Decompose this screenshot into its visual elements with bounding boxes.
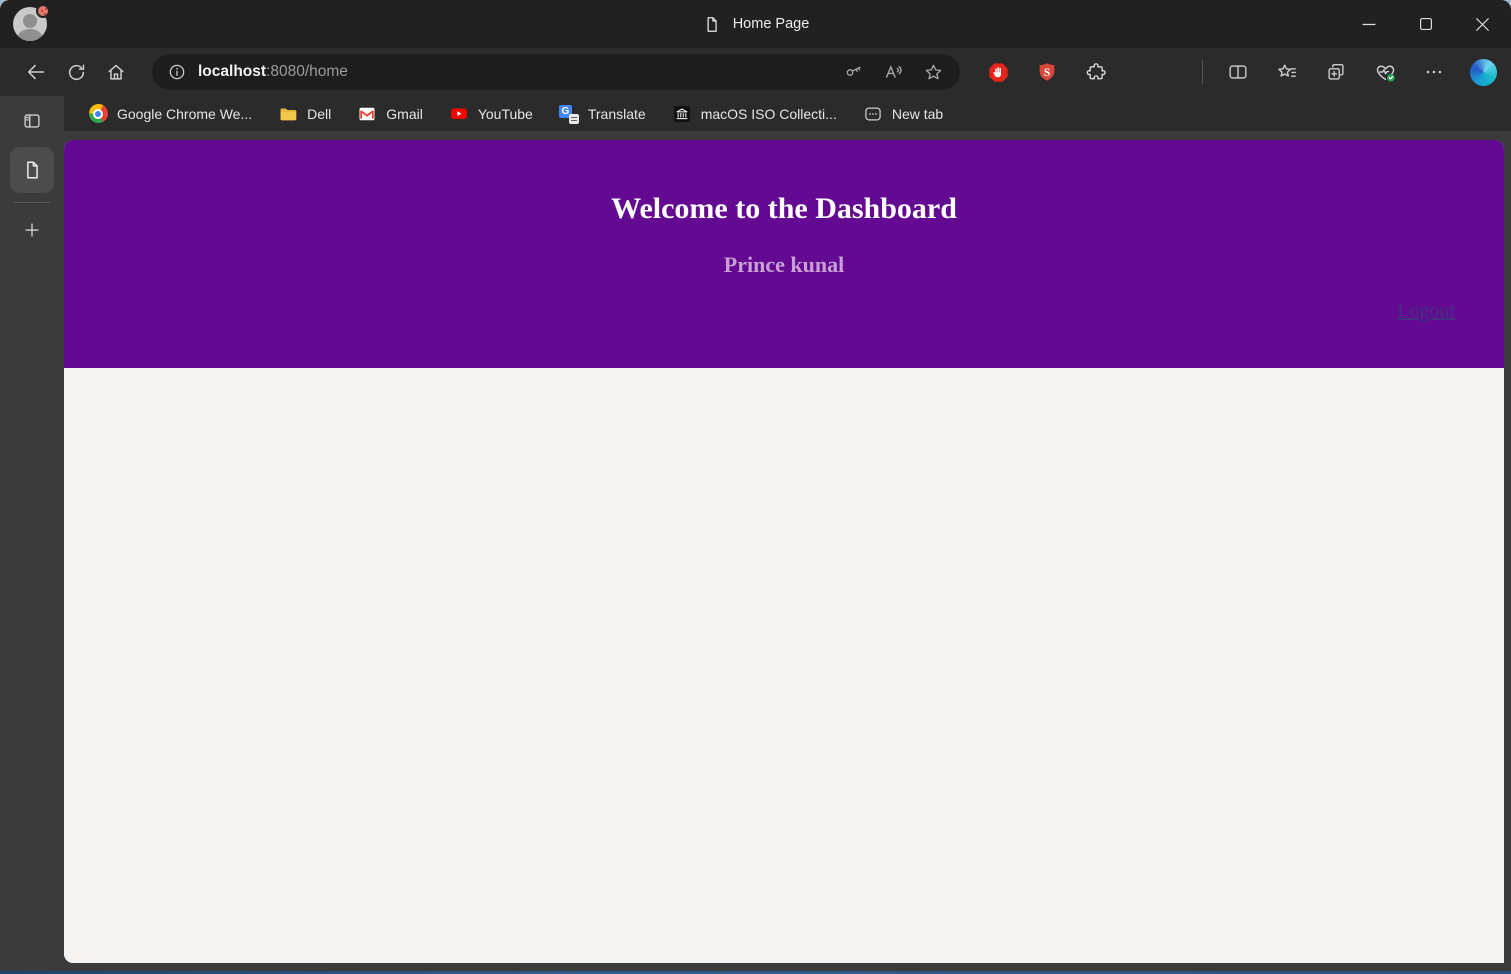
username-text: Prince kunal <box>723 252 845 277</box>
extensions-puzzle-icon[interactable] <box>1076 54 1116 90</box>
bookmark-label: Google Chrome We... <box>117 105 253 122</box>
bookmark-label: YouTube <box>477 105 533 122</box>
bookmark-macos-iso-collection[interactable]: macOS ISO Collecti... <box>662 100 847 128</box>
gmail-favicon <box>357 104 377 124</box>
bookmark-new-tab[interactable]: New tab <box>853 100 953 128</box>
translate-favicon: G <box>558 104 579 124</box>
bookmark-label: New tab <box>891 105 944 122</box>
tab-actions-menu-icon[interactable] <box>13 103 51 139</box>
settings-more-icon[interactable] <box>1414 54 1454 90</box>
site-info-icon[interactable] <box>160 57 194 87</box>
window-controls <box>1340 0 1511 48</box>
bookmark-label: Translate <box>587 105 646 122</box>
active-tab-title: Home Page <box>702 0 810 48</box>
active-tab-button[interactable] <box>10 147 54 193</box>
maximize-button[interactable] <box>1397 0 1454 48</box>
content-column: Google Chrome We... Dell Gmail YouTube G… <box>64 96 1511 974</box>
address-bar[interactable]: localhost:8080/home <box>152 54 960 90</box>
bookmarks-bar: Google Chrome We... Dell Gmail YouTube G… <box>64 96 1511 131</box>
close-button[interactable] <box>1454 0 1511 48</box>
title-bar: Home Page <box>0 0 1511 48</box>
password-key-icon[interactable] <box>836 57 870 87</box>
logout-row: Logout <box>64 300 1504 323</box>
home-button[interactable] <box>96 54 136 90</box>
tab-title-text: Home Page <box>732 16 810 32</box>
add-favorite-star-icon[interactable] <box>916 57 950 87</box>
bookmark-google-chrome-webstore[interactable]: Google Chrome We... <box>78 100 262 128</box>
vertical-tab-sidebar <box>0 96 64 974</box>
back-button[interactable] <box>16 54 56 90</box>
page-document-icon <box>702 15 721 34</box>
bookmark-dell-folder[interactable]: Dell <box>268 100 341 128</box>
new-tab-plus-icon[interactable] <box>13 212 51 248</box>
page-title: Welcome to the Dashboard <box>611 192 957 225</box>
address-bar-actions <box>836 57 950 87</box>
web-page: Welcome to the Dashboard Prince kunal Lo… <box>64 140 1504 963</box>
page-frame: Welcome to the Dashboard Prince kunal Lo… <box>64 131 1511 974</box>
logout-link[interactable]: Logout <box>1397 300 1455 322</box>
shield-s-extension-icon[interactable]: S <box>1027 54 1067 90</box>
svg-text:S: S <box>1044 67 1050 79</box>
window-left-edge <box>0 48 3 974</box>
url-path: :8080/home <box>266 63 348 80</box>
profile-avatar[interactable] <box>13 4 50 41</box>
bookmark-label: macOS ISO Collecti... <box>700 105 837 122</box>
url-text[interactable]: localhost:8080/home <box>198 63 348 81</box>
youtube-favicon <box>449 104 469 124</box>
main-region: Google Chrome We... Dell Gmail YouTube G… <box>0 96 1511 974</box>
extension-buttons: S <box>978 54 1116 90</box>
url-host: localhost <box>198 63 267 80</box>
newtab-favicon <box>863 104 883 124</box>
browser-essentials-icon[interactable] <box>1365 54 1405 90</box>
adblock-extension-icon[interactable] <box>978 54 1018 90</box>
read-aloud-icon[interactable] <box>876 57 910 87</box>
page-header: Welcome to the Dashboard Prince kunal Lo… <box>64 140 1504 368</box>
split-screen-icon[interactable] <box>1218 54 1258 90</box>
minimize-button[interactable] <box>1340 0 1397 48</box>
toolbar-separator <box>1202 60 1203 84</box>
bookmark-label: Dell <box>307 105 332 122</box>
favorites-icon[interactable] <box>1267 54 1307 90</box>
refresh-button[interactable] <box>56 54 96 90</box>
bookmark-youtube[interactable]: YouTube <box>439 100 543 128</box>
bookmark-label: Gmail <box>386 105 423 122</box>
navigation-toolbar: localhost:8080/home S <box>0 48 1511 96</box>
bank-favicon <box>672 104 692 124</box>
profile-alert-badge <box>36 4 50 18</box>
bookmark-translate[interactable]: G Translate <box>549 100 656 128</box>
sidebar-divider <box>13 202 51 203</box>
toolbar-right-actions <box>1196 54 1503 90</box>
browser-window: Home Page localhost:8080/home S Google C… <box>0 0 1511 974</box>
copilot-icon[interactable] <box>1463 54 1503 90</box>
folder-icon <box>278 104 298 124</box>
collections-icon[interactable] <box>1316 54 1356 90</box>
bookmark-gmail[interactable]: Gmail <box>347 100 433 128</box>
chrome-favicon <box>88 104 108 124</box>
